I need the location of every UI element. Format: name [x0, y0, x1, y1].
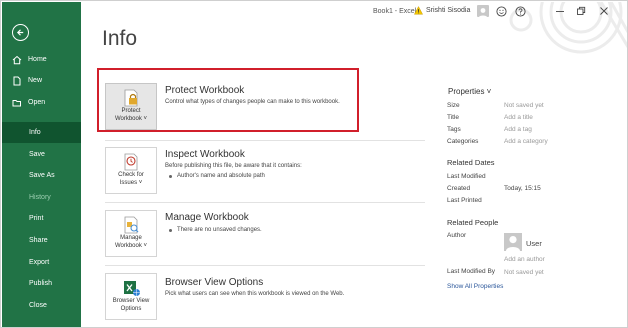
prop-label-title: Title — [447, 114, 460, 121]
excel-backstage-window: Home New Open Info Save Save As History … — [0, 0, 628, 328]
sidebar-item-label: Save As — [29, 172, 55, 179]
sidebar-item-label: Save — [29, 151, 45, 158]
button-label-line2: Issues ˅ — [119, 179, 143, 186]
excel-web-icon — [120, 278, 142, 298]
sidebar-item-history[interactable]: History — [2, 193, 81, 203]
sidebar-item-label: Close — [29, 302, 47, 309]
sidebar-item-label: History — [29, 194, 51, 201]
button-label-line2: Options — [120, 305, 142, 312]
sidebar-item-new[interactable]: New — [2, 76, 81, 86]
prop-label-created: Created — [447, 185, 471, 192]
user-avatar[interactable] — [477, 5, 489, 17]
bullet-text: Author's name and absolute path — [177, 173, 265, 179]
sidebar-item-label: Share — [29, 237, 48, 244]
bullet-text: There are no unsaved changes. — [177, 227, 262, 233]
button-label-line1: Check for — [118, 172, 144, 178]
card-title: Inspect Workbook — [165, 149, 245, 160]
author-name[interactable]: User — [526, 239, 542, 248]
restore-icon[interactable] — [575, 5, 587, 17]
card-title: Manage Workbook — [165, 212, 249, 223]
prop-value-tags[interactable]: Add a tag — [504, 126, 532, 133]
divider — [105, 202, 425, 203]
sidebar-item-print[interactable]: Print — [2, 214, 81, 224]
prop-value-title[interactable]: Add a title — [504, 114, 533, 121]
prop-label-categories: Categories — [447, 138, 479, 145]
related-people-heading: Related People — [447, 218, 499, 227]
card-description: Pick what users can see when this workbo… — [165, 291, 345, 297]
bullet-dot — [169, 228, 172, 232]
minimize-icon[interactable] — [554, 5, 566, 17]
properties-dropdown[interactable]: Properties ˅ — [448, 87, 491, 96]
sidebar-item-save-as[interactable]: Save As — [2, 171, 81, 181]
sidebar-item-label: Info — [29, 128, 41, 136]
prop-label-author: Author — [447, 232, 467, 239]
prop-value-categories[interactable]: Add a category — [504, 138, 548, 145]
divider — [105, 265, 425, 266]
sidebar-item-label: New — [28, 77, 43, 84]
sidebar-item-label: Print — [29, 215, 44, 222]
sidebar-item-label: Export — [29, 259, 50, 266]
back-arrow-icon — [16, 29, 24, 36]
card-description: Before publishing this file, be aware th… — [165, 163, 302, 169]
folder-open-icon — [12, 98, 22, 108]
sidebar-item-home[interactable]: Home — [2, 55, 81, 65]
sidebar-item-label: Open — [28, 99, 46, 106]
button-label-line1: Browser View — [112, 298, 150, 304]
prop-value-created: Today, 15:15 — [504, 185, 541, 192]
inspect-document-icon — [120, 152, 142, 172]
backstage-sidebar: Home New Open Info Save Save As History … — [2, 2, 81, 327]
manage-workbook-icon — [120, 215, 142, 235]
prop-label-last-modified-by: Last Modified By — [447, 268, 496, 275]
highlight-box — [97, 68, 359, 132]
check-for-issues-button[interactable]: Check for Issues ˅ — [105, 147, 157, 194]
warning-icon[interactable] — [414, 6, 423, 15]
divider — [105, 140, 425, 141]
sidebar-item-export[interactable]: Export — [2, 258, 81, 268]
list-item: Author's name and absolute path — [169, 173, 265, 179]
prop-label-size: Size — [447, 102, 460, 109]
prop-label-last-printed: Last Printed — [447, 197, 482, 204]
smiley-feedback-icon[interactable] — [495, 5, 507, 17]
user-name[interactable]: Srishti Sisodia — [426, 7, 470, 14]
new-document-icon — [12, 76, 22, 86]
author-avatar[interactable] — [504, 233, 522, 251]
button-label-line2: Workbook ˅ — [114, 242, 148, 249]
sidebar-item-label: Home — [28, 56, 47, 63]
bullet-dot — [169, 174, 172, 178]
show-all-properties-link[interactable]: Show All Properties — [447, 283, 503, 290]
sidebar-item-publish[interactable]: Publish — [2, 279, 81, 289]
back-button[interactable] — [12, 24, 29, 41]
sidebar-item-share[interactable]: Share — [2, 236, 81, 246]
prop-value-last-modified-by: Not saved yet — [504, 269, 544, 276]
title-bar: Book1 - Excel — [81, 2, 627, 22]
sidebar-item-open[interactable]: Open — [2, 98, 81, 108]
prop-value-size: Not saved yet — [504, 102, 544, 109]
browser-view-options-button[interactable]: Browser View Options — [105, 273, 157, 320]
sidebar-item-save[interactable]: Save — [2, 150, 81, 160]
prop-label-last-modified: Last Modified — [447, 173, 486, 180]
card-title: Browser View Options — [165, 277, 264, 288]
sidebar-item-label: Publish — [29, 280, 52, 287]
window-title: Book1 - Excel — [373, 8, 417, 15]
sidebar-item-close[interactable]: Close — [2, 301, 81, 311]
person-icon — [478, 8, 488, 17]
help-icon[interactable] — [514, 5, 526, 17]
page-title: Info — [102, 27, 138, 50]
related-dates-heading: Related Dates — [447, 158, 495, 167]
person-icon — [506, 236, 520, 251]
home-icon — [12, 55, 22, 65]
add-author-field[interactable]: Add an author — [504, 256, 545, 263]
close-icon[interactable] — [598, 5, 610, 17]
prop-label-tags: Tags — [447, 126, 461, 133]
button-label-line1: Manage — [120, 235, 142, 241]
manage-workbook-button[interactable]: Manage Workbook ˅ — [105, 210, 157, 257]
list-item: There are no unsaved changes. — [169, 227, 262, 233]
sidebar-item-info[interactable]: Info — [2, 122, 81, 143]
